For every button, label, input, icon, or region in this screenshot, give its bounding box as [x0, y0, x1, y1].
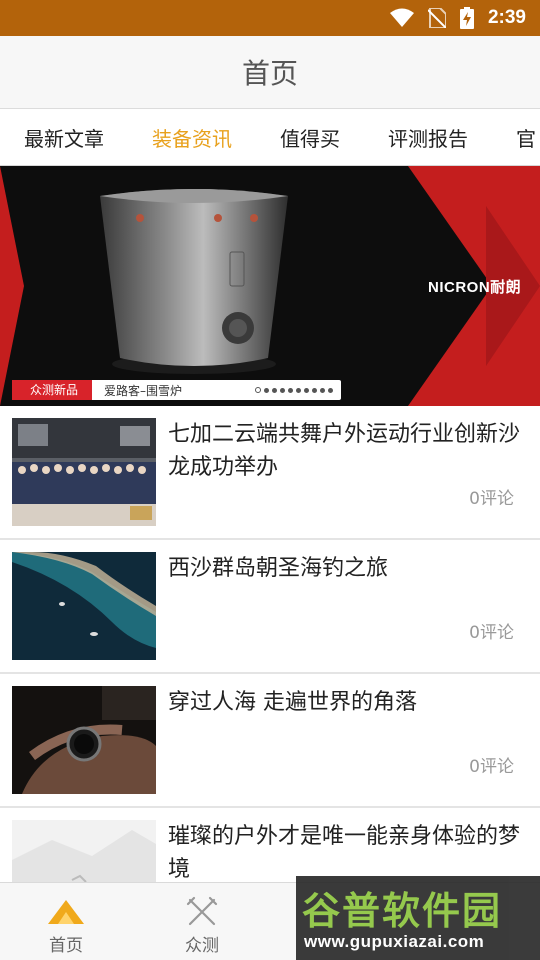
ocean-aerial-thumbnail	[12, 552, 156, 660]
status-time: 2:39	[487, 7, 526, 28]
crossed-tools-icon	[186, 895, 218, 929]
nav-home-label: 首页	[49, 936, 83, 956]
tab-official[interactable]: 官	[492, 123, 540, 152]
article-list: 七加二云端共舞户外运动行业创新沙龙成功举办 0评论 西沙群岛朝圣海钓之旅 0评论…	[0, 406, 540, 882]
banner-brand-logo: NICRON耐朗	[428, 279, 522, 296]
watch-wrist-thumbnail	[12, 686, 156, 794]
title-bar: 首页	[0, 36, 540, 109]
banner-title: 爱路客–围雪炉	[104, 383, 183, 398]
snow-mountain-thumbnail	[12, 820, 156, 882]
page-title: 首页	[241, 57, 298, 90]
carousel-dot[interactable]	[320, 387, 325, 393]
article-item[interactable]: 西沙群岛朝圣海钓之旅 0评论	[0, 540, 540, 674]
carousel-dot[interactable]	[280, 387, 285, 393]
tab-review-reports[interactable]: 评测报告	[364, 123, 492, 152]
tab-equipment-news[interactable]: 装备资讯	[128, 123, 256, 152]
battery-charging-icon	[459, 7, 474, 29]
category-tabs: 最新文章 装备资讯 值得买 评测报告 官	[0, 109, 540, 166]
banner-left-decoration	[0, 166, 24, 406]
comment-count: 0评论	[469, 757, 514, 777]
nav-crowd-test[interactable]: 众测	[152, 883, 252, 960]
status-bar: 2:39	[0, 0, 540, 36]
nav-crowd-test-label: 众测	[185, 936, 219, 956]
watermark-logo-text: 谷普软件园	[302, 889, 503, 933]
nav-home[interactable]: 首页	[16, 883, 116, 960]
carousel-dot[interactable]	[328, 387, 333, 393]
article-item[interactable]: 璀璨的户外才是唯一能亲身体验的梦境	[0, 808, 540, 882]
banner-tag: 众测新品	[12, 380, 93, 400]
group-photo-thumbnail	[12, 418, 156, 526]
tab-worth-buying[interactable]: 值得买	[256, 123, 364, 152]
article-title[interactable]: 七加二云端共舞户外运动行业创新沙龙成功举办	[168, 418, 532, 484]
carousel-dot[interactable]	[304, 387, 309, 393]
stove-product-image	[100, 189, 288, 374]
banner-caption: 众测新品 爱路客–围雪炉	[12, 380, 341, 400]
carousel-dot[interactable]	[272, 387, 277, 393]
article-title[interactable]: 穿过人海 走遍世界的角落	[168, 686, 532, 719]
carousel-dot[interactable]	[288, 387, 293, 393]
article-item[interactable]: 穿过人海 走遍世界的角落 0评论	[0, 674, 540, 808]
no-sim-icon	[427, 8, 446, 28]
carousel-dot[interactable]	[264, 387, 269, 393]
tab-latest-articles[interactable]: 最新文章	[0, 123, 128, 152]
article-title[interactable]: 西沙群岛朝圣海钓之旅	[168, 552, 532, 585]
site-watermark: 谷普软件园 www.gupuxiazai.com	[296, 876, 540, 960]
comment-count: 0评论	[469, 489, 514, 509]
watermark-url: www.gupuxiazai.com	[304, 932, 485, 951]
carousel-dot[interactable]	[296, 387, 301, 393]
carousel-indicator	[255, 387, 341, 393]
wifi-icon	[389, 8, 414, 28]
banner-carousel[interactable]: NICRON耐朗 众测新品 爱路客–围雪炉	[0, 166, 540, 406]
comment-count: 0评论	[469, 623, 514, 643]
article-item[interactable]: 七加二云端共舞户外运动行业创新沙龙成功举办 0评论	[0, 406, 540, 540]
home-mountain-icon	[46, 895, 86, 929]
carousel-dot[interactable]	[312, 387, 317, 393]
carousel-dot[interactable]	[255, 387, 261, 393]
article-title[interactable]: 璀璨的户外才是唯一能亲身体验的梦境	[168, 820, 532, 882]
